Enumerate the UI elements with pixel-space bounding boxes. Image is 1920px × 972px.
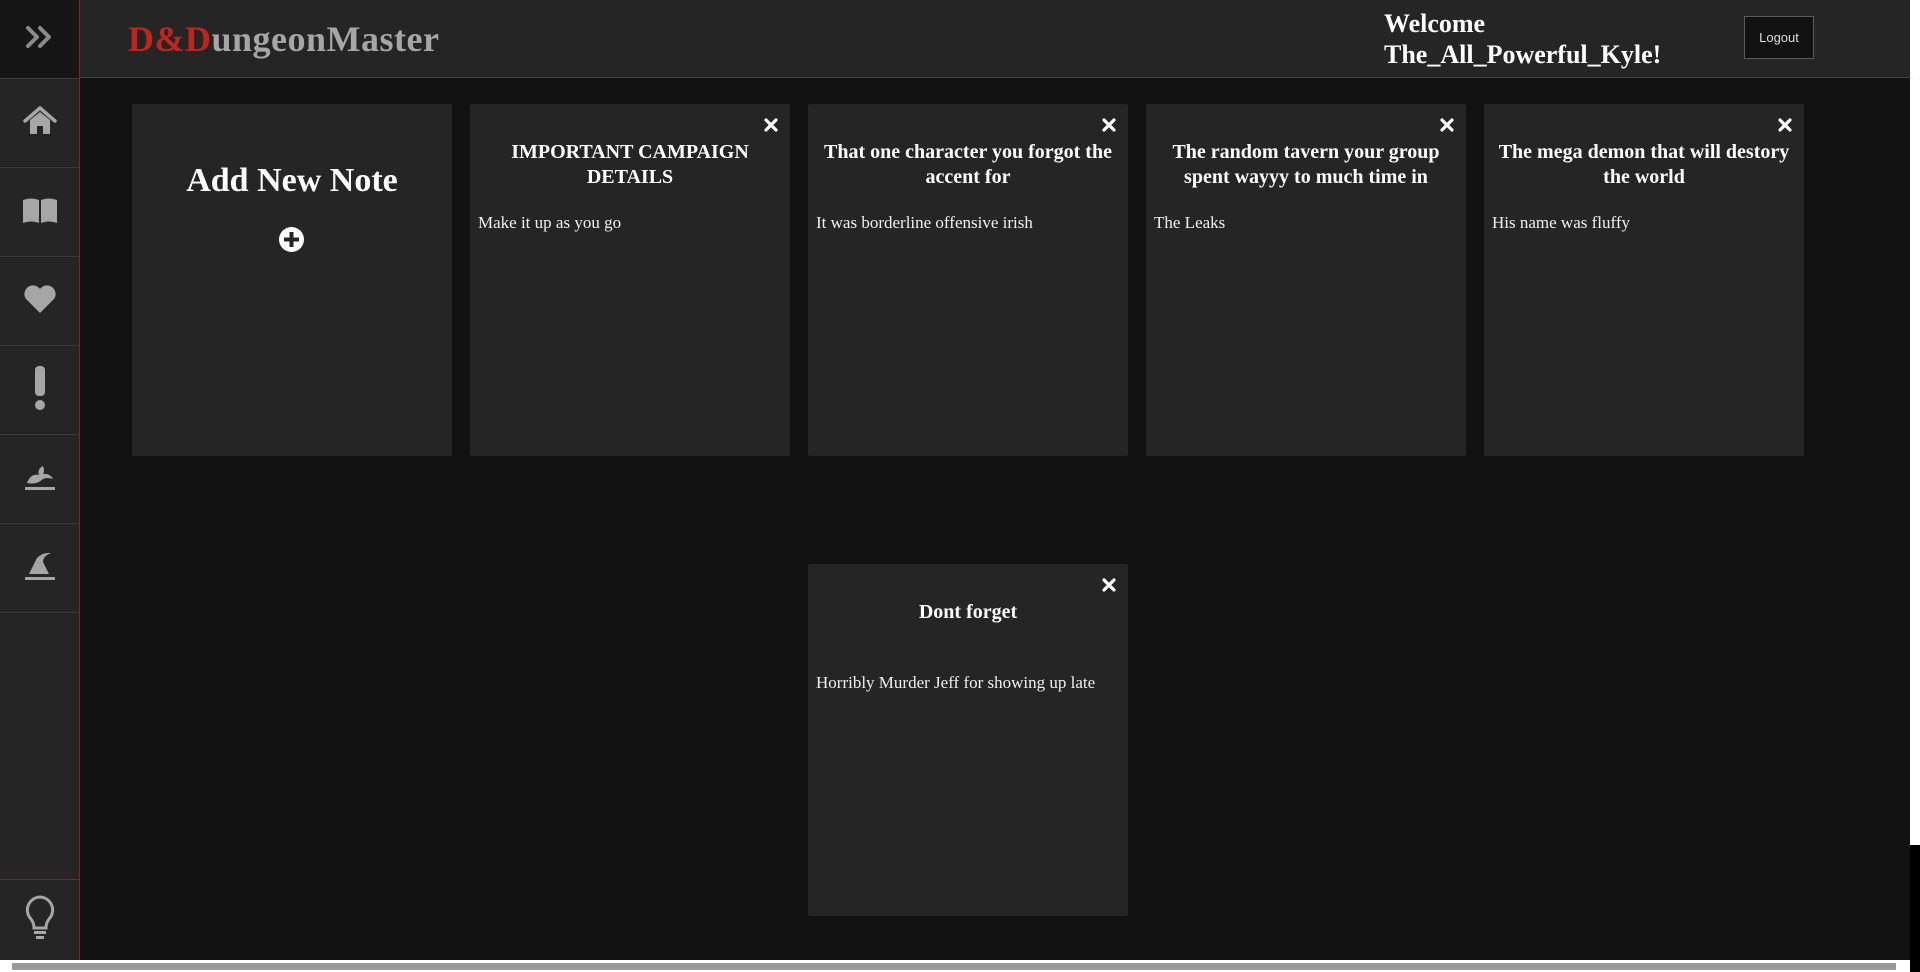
plus-circle-icon[interactable] xyxy=(278,226,305,258)
home-icon xyxy=(22,105,57,141)
add-note-title: Add New Note xyxy=(186,162,398,199)
logout-button[interactable]: Logout xyxy=(1744,16,1814,59)
top-header: D&DungeonMaster Welcome The_All_Powerful… xyxy=(80,0,1910,78)
note-card: Dont forget Horribly Murder Jeff for sho… xyxy=(808,564,1128,916)
sidebar-item-home[interactable] xyxy=(0,79,79,168)
sidebar-item-alerts[interactable] xyxy=(0,346,79,435)
app-logo[interactable]: D&DungeonMaster xyxy=(128,18,439,60)
note-title: That one character you forgot the accent… xyxy=(824,141,1112,188)
lightbulb-icon xyxy=(23,894,57,947)
logo-prefix: D&D xyxy=(128,19,212,59)
close-icon[interactable] xyxy=(1440,118,1454,137)
sidebar-item-spells[interactable] xyxy=(0,524,79,613)
vertical-scrollbar-thumb[interactable] xyxy=(1910,0,1920,845)
vertical-scrollbar[interactable] xyxy=(1910,0,1920,972)
username-line: The_All_Powerful_Kyle! xyxy=(1384,40,1662,69)
book-icon xyxy=(22,196,58,229)
sidebar-item-book[interactable] xyxy=(0,168,79,257)
welcome-message: Welcome The_All_Powerful_Kyle! xyxy=(1384,8,1661,70)
note-body: Horribly Murder Jeff for showing up late xyxy=(816,673,1096,692)
close-icon[interactable] xyxy=(764,118,778,137)
note-body: The Leaks xyxy=(1154,213,1226,232)
note-card: That one character you forgot the accent… xyxy=(808,104,1128,456)
exclamation-icon xyxy=(33,365,47,415)
logo-name: ungeonMaster xyxy=(211,19,440,59)
note-body: Make it up as you go xyxy=(478,213,622,232)
note-title: The mega demon that will destory the wor… xyxy=(1498,141,1790,188)
heart-icon xyxy=(23,284,57,319)
welcome-line: Welcome xyxy=(1384,9,1486,38)
double-chevron-right-icon xyxy=(25,25,55,54)
note-card: IMPORTANT CAMPAIGN DETAILS Make it up as… xyxy=(470,104,790,456)
note-card: The random tavern your group spent wayyy… xyxy=(1146,104,1466,456)
add-note-card[interactable]: Add New Note xyxy=(132,104,452,456)
close-icon[interactable] xyxy=(1102,578,1116,597)
note-title: IMPORTANT CAMPAIGN DETAILS xyxy=(511,141,749,188)
note-body: His name was fluffy xyxy=(1492,213,1631,232)
close-icon[interactable] xyxy=(1102,118,1116,137)
horizontal-scrollbar-thumb[interactable] xyxy=(12,963,1896,970)
sidebar-item-monsters[interactable] xyxy=(0,435,79,524)
sidebar-toggle-button[interactable] xyxy=(0,0,79,79)
note-title: Dont forget xyxy=(918,601,1018,623)
sidebar-item-heart[interactable] xyxy=(0,257,79,346)
note-title: The random tavern your group spent wayyy… xyxy=(1172,141,1440,188)
note-card: The mega demon that will destory the wor… xyxy=(1484,104,1804,456)
note-body: It was borderline offensive irish xyxy=(816,213,1033,232)
sidebar-item-tips[interactable] xyxy=(0,879,79,960)
sidebar xyxy=(0,0,80,960)
horizontal-scrollbar[interactable] xyxy=(0,960,1910,972)
close-icon[interactable] xyxy=(1778,118,1792,137)
dragon-icon xyxy=(23,463,57,496)
wizard-hat-icon xyxy=(23,550,57,587)
